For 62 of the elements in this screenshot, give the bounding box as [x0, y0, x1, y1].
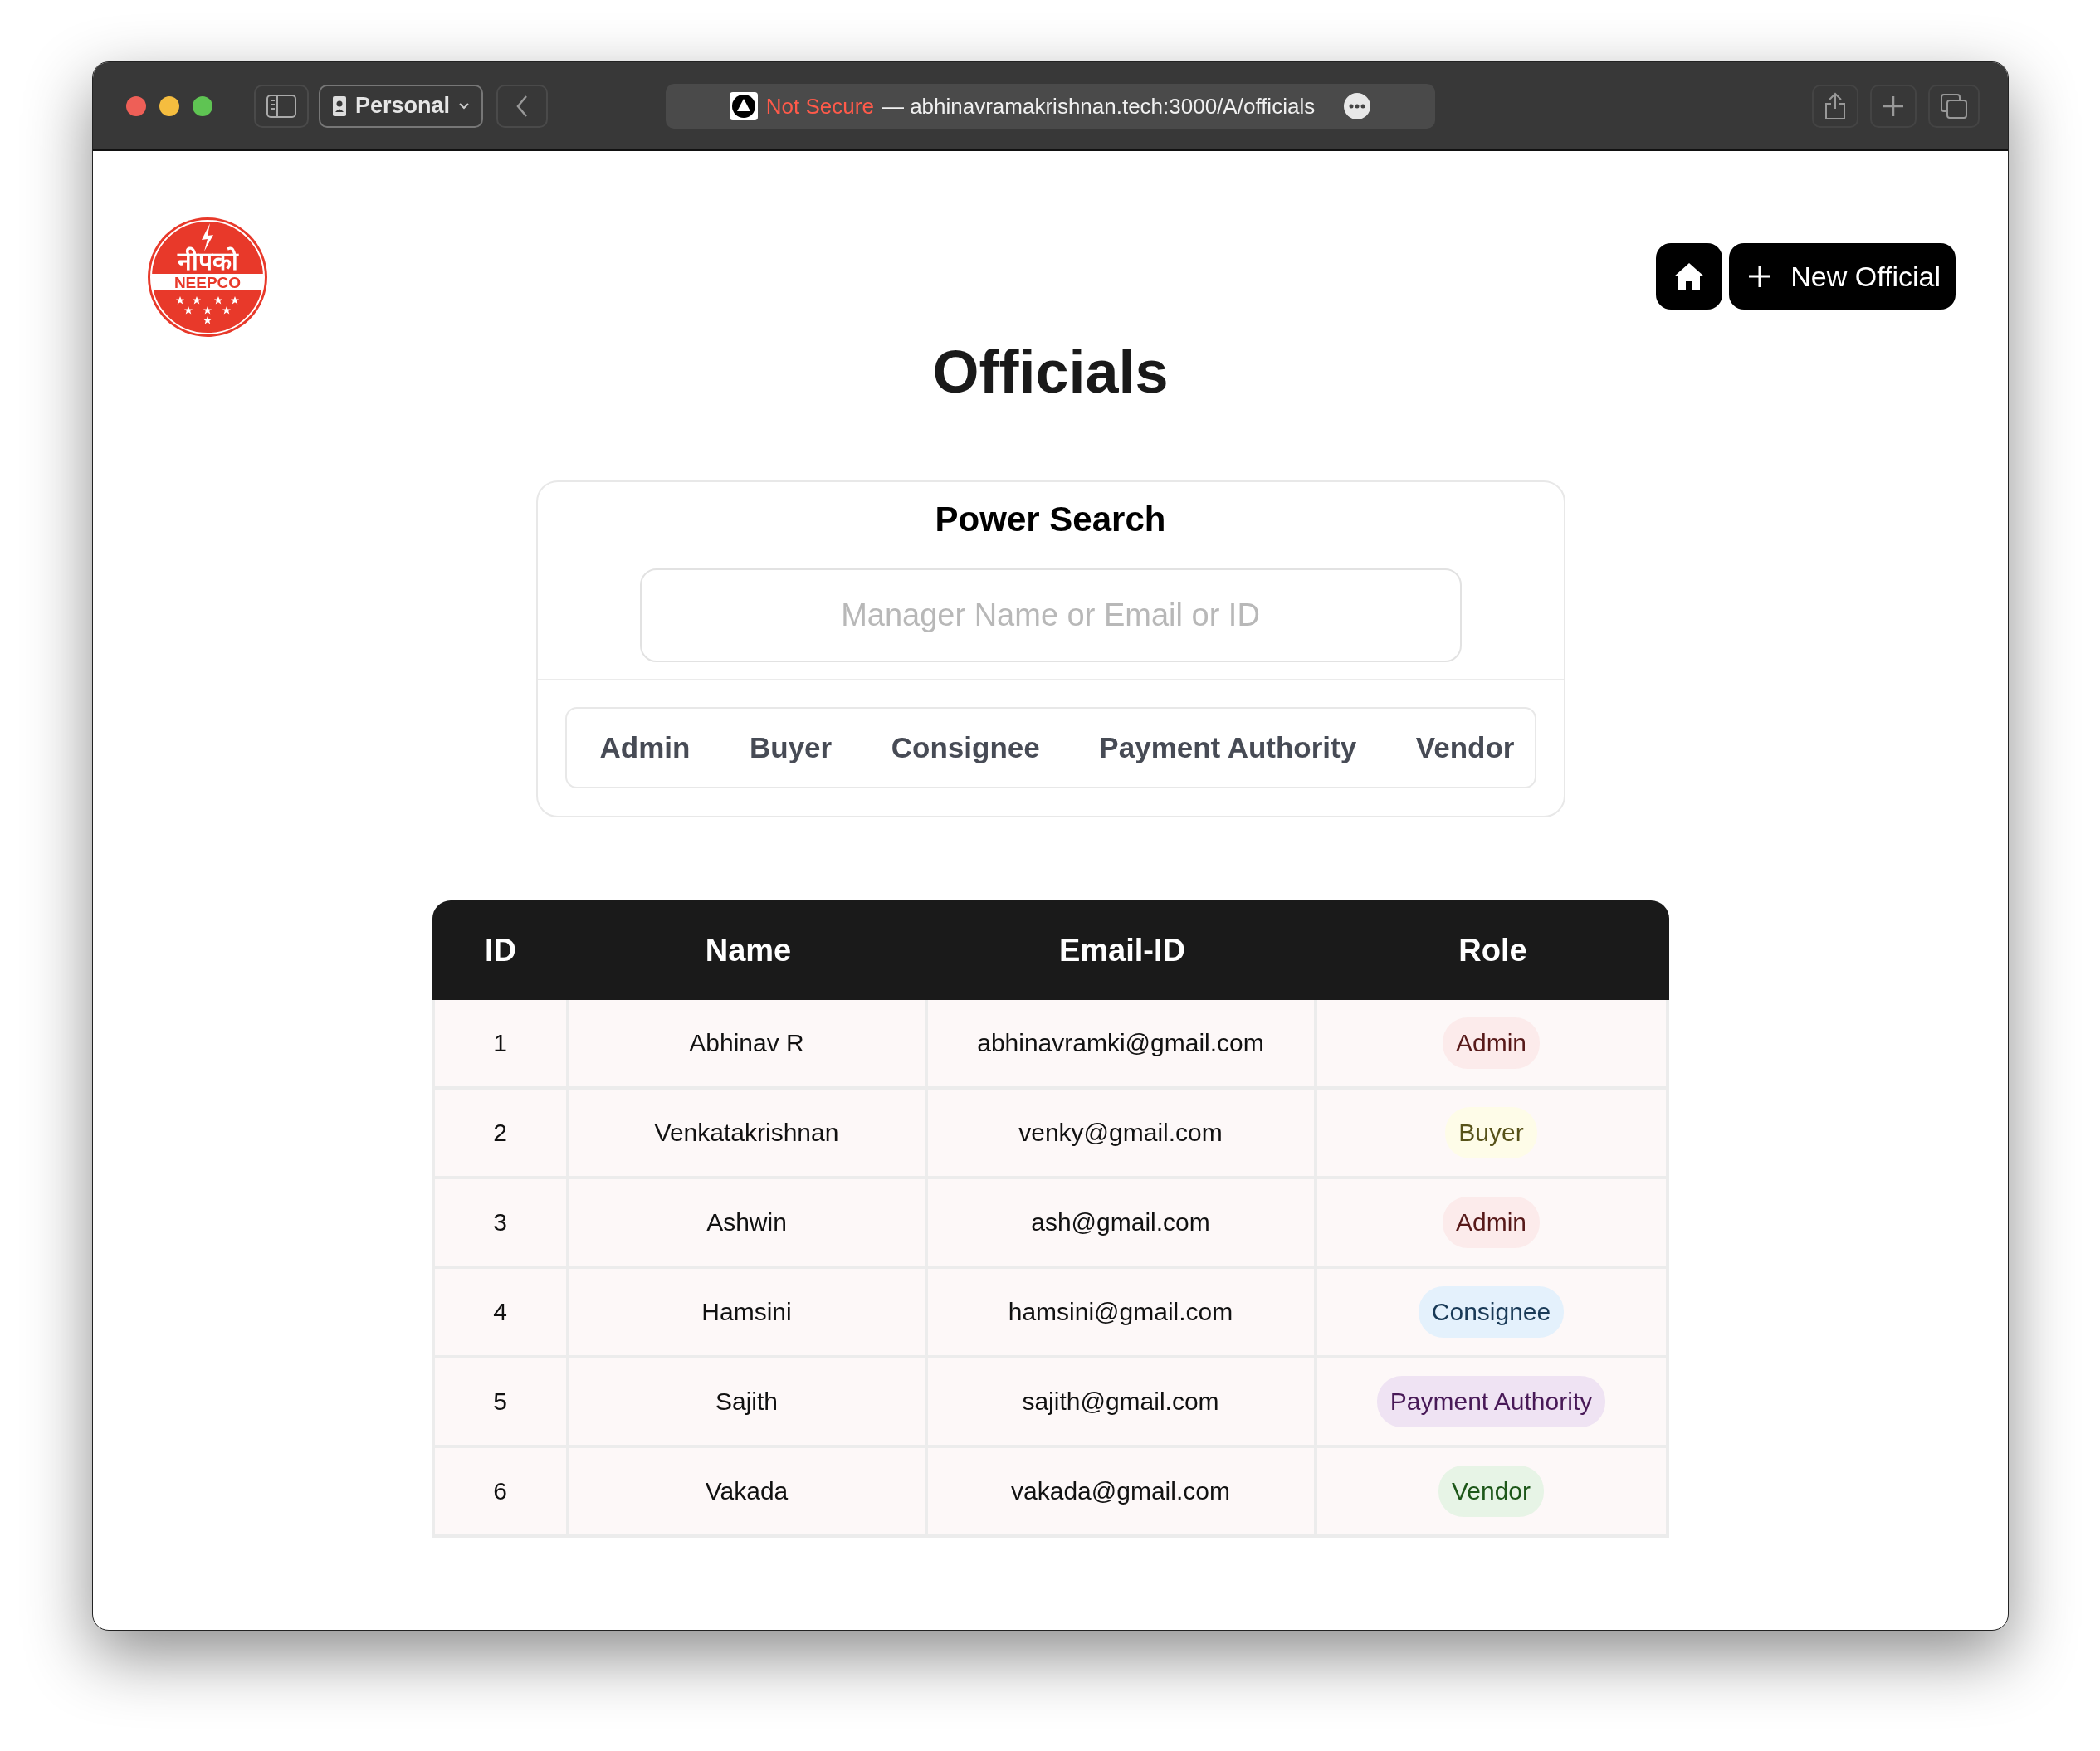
table-cell: ash@gmail.com	[1031, 1208, 1210, 1236]
column-header: Role	[1458, 932, 1528, 968]
triangle-icon	[729, 92, 758, 120]
table-cell: 2	[493, 1119, 507, 1147]
table-cell: Venkatakrishnan	[654, 1119, 839, 1147]
home-icon	[1673, 262, 1706, 290]
more-icon[interactable]	[1343, 92, 1372, 120]
role-filter-tab[interactable]: Vendor	[1415, 723, 1515, 773]
home-button[interactable]	[1656, 243, 1723, 310]
not-secure-label: Not Secure	[765, 93, 874, 119]
plus-icon	[1747, 264, 1773, 289]
table-cell: 3	[493, 1208, 507, 1236]
table-cell: hamsini@gmail.com	[1008, 1298, 1233, 1326]
role-badge: Vendor	[1438, 1466, 1545, 1517]
logo: नीपको NEEPCO	[147, 217, 268, 338]
search-field[interactable]: Manager Name or Email or ID	[639, 568, 1462, 662]
tabs-icon	[1940, 92, 1968, 119]
role-filter-tab[interactable]: Consignee	[891, 723, 1040, 773]
table-cell: Sajith	[715, 1388, 778, 1416]
chevron-left-icon	[515, 94, 530, 118]
role-badge: Consignee	[1418, 1286, 1565, 1338]
table-cell: sajith@gmail.com	[1022, 1388, 1219, 1416]
table-cell: abhinavramki@gmail.com	[977, 1029, 1264, 1057]
url-text: — abhinavramakrishnan.tech:3000/A/officials	[882, 93, 1316, 119]
power-search-title: Power Search	[934, 499, 1167, 540]
table-cell: 5	[493, 1388, 507, 1416]
table-cell: Ashwin	[706, 1208, 787, 1236]
chevron-down-icon	[458, 101, 471, 110]
new-official-button[interactable]: New Official	[1729, 243, 1956, 310]
close-icon[interactable]	[126, 95, 146, 116]
table-cell: vakada@gmail.com	[1011, 1477, 1230, 1505]
role-badge: Admin	[1442, 1197, 1540, 1248]
role-badge: Buyer	[1445, 1107, 1537, 1158]
column-header: Name	[704, 932, 793, 968]
role-filter-tab[interactable]: Buyer	[750, 723, 833, 773]
role-badge: Payment Authority	[1376, 1376, 1606, 1427]
sidebar-button[interactable]	[254, 84, 309, 128]
share-icon	[1824, 91, 1846, 120]
profile-button[interactable]: Personal	[319, 84, 484, 128]
id-badge-icon	[332, 95, 347, 117]
address-bar[interactable]: Not Secure — abhinavramakrishnan.tech:3000/A/officials	[666, 84, 1435, 129]
table-cell: 6	[493, 1477, 507, 1505]
plus-icon	[1882, 94, 1905, 118]
tabs-overview-button[interactable]	[1928, 84, 1980, 128]
sidebar-icon	[266, 94, 296, 118]
column-header: ID	[484, 932, 517, 968]
table-cell: venky@gmail.com	[1018, 1119, 1223, 1147]
role-badge: Admin	[1442, 1017, 1540, 1069]
page-title: Officials	[932, 338, 1169, 407]
new-tab-button[interactable]	[1870, 84, 1917, 128]
column-header: Email-ID	[1057, 932, 1186, 968]
table-cell: 4	[493, 1298, 507, 1326]
table-cell: 1	[493, 1029, 507, 1057]
table-cell: Hamsini	[701, 1298, 792, 1326]
maximize-icon[interactable]	[193, 95, 212, 116]
table-cell: Vakada	[705, 1477, 789, 1505]
minimize-icon[interactable]	[159, 95, 179, 116]
table-cell: Abhinav R	[689, 1029, 804, 1057]
share-button[interactable]	[1812, 84, 1858, 128]
role-filter-tab[interactable]: Payment Authority	[1099, 723, 1357, 773]
role-filter-tab[interactable]: Admin	[599, 723, 691, 773]
back-button[interactable]	[496, 84, 549, 128]
